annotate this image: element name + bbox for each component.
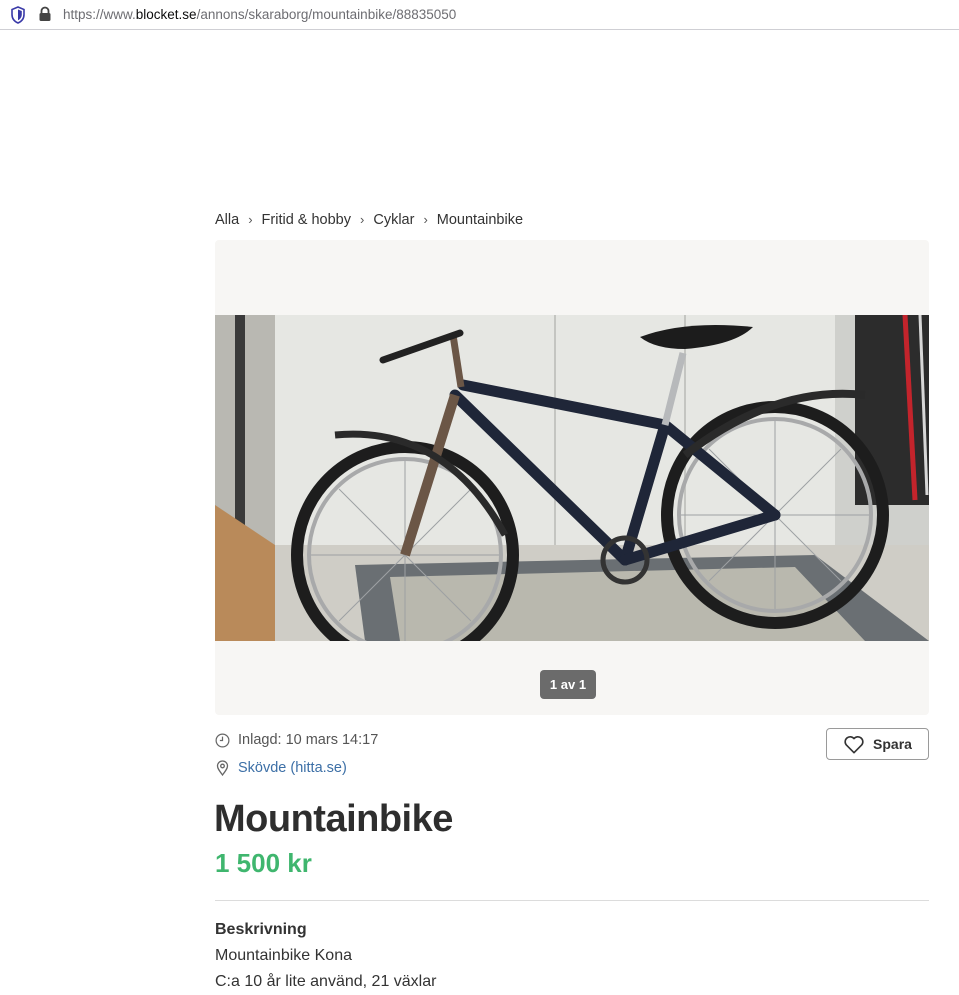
listing-price: 1 500 kr [215, 848, 312, 878]
url-host: blocket.se [135, 7, 197, 22]
heart-icon [844, 735, 864, 753]
browser-url-bar[interactable]: https://www.blocket.se/annons/skaraborg/… [0, 0, 959, 30]
posted-date: Inlagd: 10 mars 14:17 [215, 732, 378, 748]
breadcrumb-item-cyklar[interactable]: Cyklar [373, 212, 414, 228]
posted-date-text: Inlagd: 10 mars 14:17 [238, 732, 379, 748]
location-link[interactable]: Skövde (hitta.se) [238, 760, 347, 776]
breadcrumb-item-mountainbike[interactable]: Mountainbike [437, 212, 523, 228]
description-line: C:a 10 år lite använd, 21 växlar [215, 973, 437, 990]
listing-title: Mountainbike [214, 798, 453, 840]
breadcrumb-separator: › [423, 212, 428, 227]
clock-icon [215, 733, 230, 747]
breadcrumb-separator: › [360, 212, 365, 227]
description-line: Mountainbike Kona [215, 947, 352, 964]
lock-icon[interactable] [38, 6, 52, 22]
image-counter-badge: 1 av 1 [540, 670, 596, 699]
breadcrumb-item-fritid-hobby[interactable]: Fritid & hobby [262, 212, 351, 228]
location: Skövde (hitta.se) [215, 760, 347, 776]
url-path: /annons/skaraborg/mountainbike/88835050 [196, 7, 457, 22]
tracking-shield-icon[interactable] [10, 6, 26, 24]
breadcrumb-separator: › [248, 212, 253, 227]
listing-photo[interactable] [215, 315, 929, 641]
save-button-label: Spara [873, 736, 912, 752]
location-pin-icon [216, 760, 229, 776]
description-heading: Beskrivning [215, 921, 307, 938]
breadcrumb: Alla › Fritid & hobby › Cyklar › Mountainbike [215, 212, 523, 228]
image-gallery[interactable]: 1 av 1 [215, 240, 929, 715]
save-button[interactable]: Spara [826, 728, 929, 760]
section-divider [215, 900, 929, 901]
breadcrumb-item-alla[interactable]: Alla [215, 212, 239, 228]
url-text[interactable]: https://www.blocket.se/annons/skaraborg/… [63, 7, 456, 22]
url-prefix: https://www. [63, 7, 136, 22]
